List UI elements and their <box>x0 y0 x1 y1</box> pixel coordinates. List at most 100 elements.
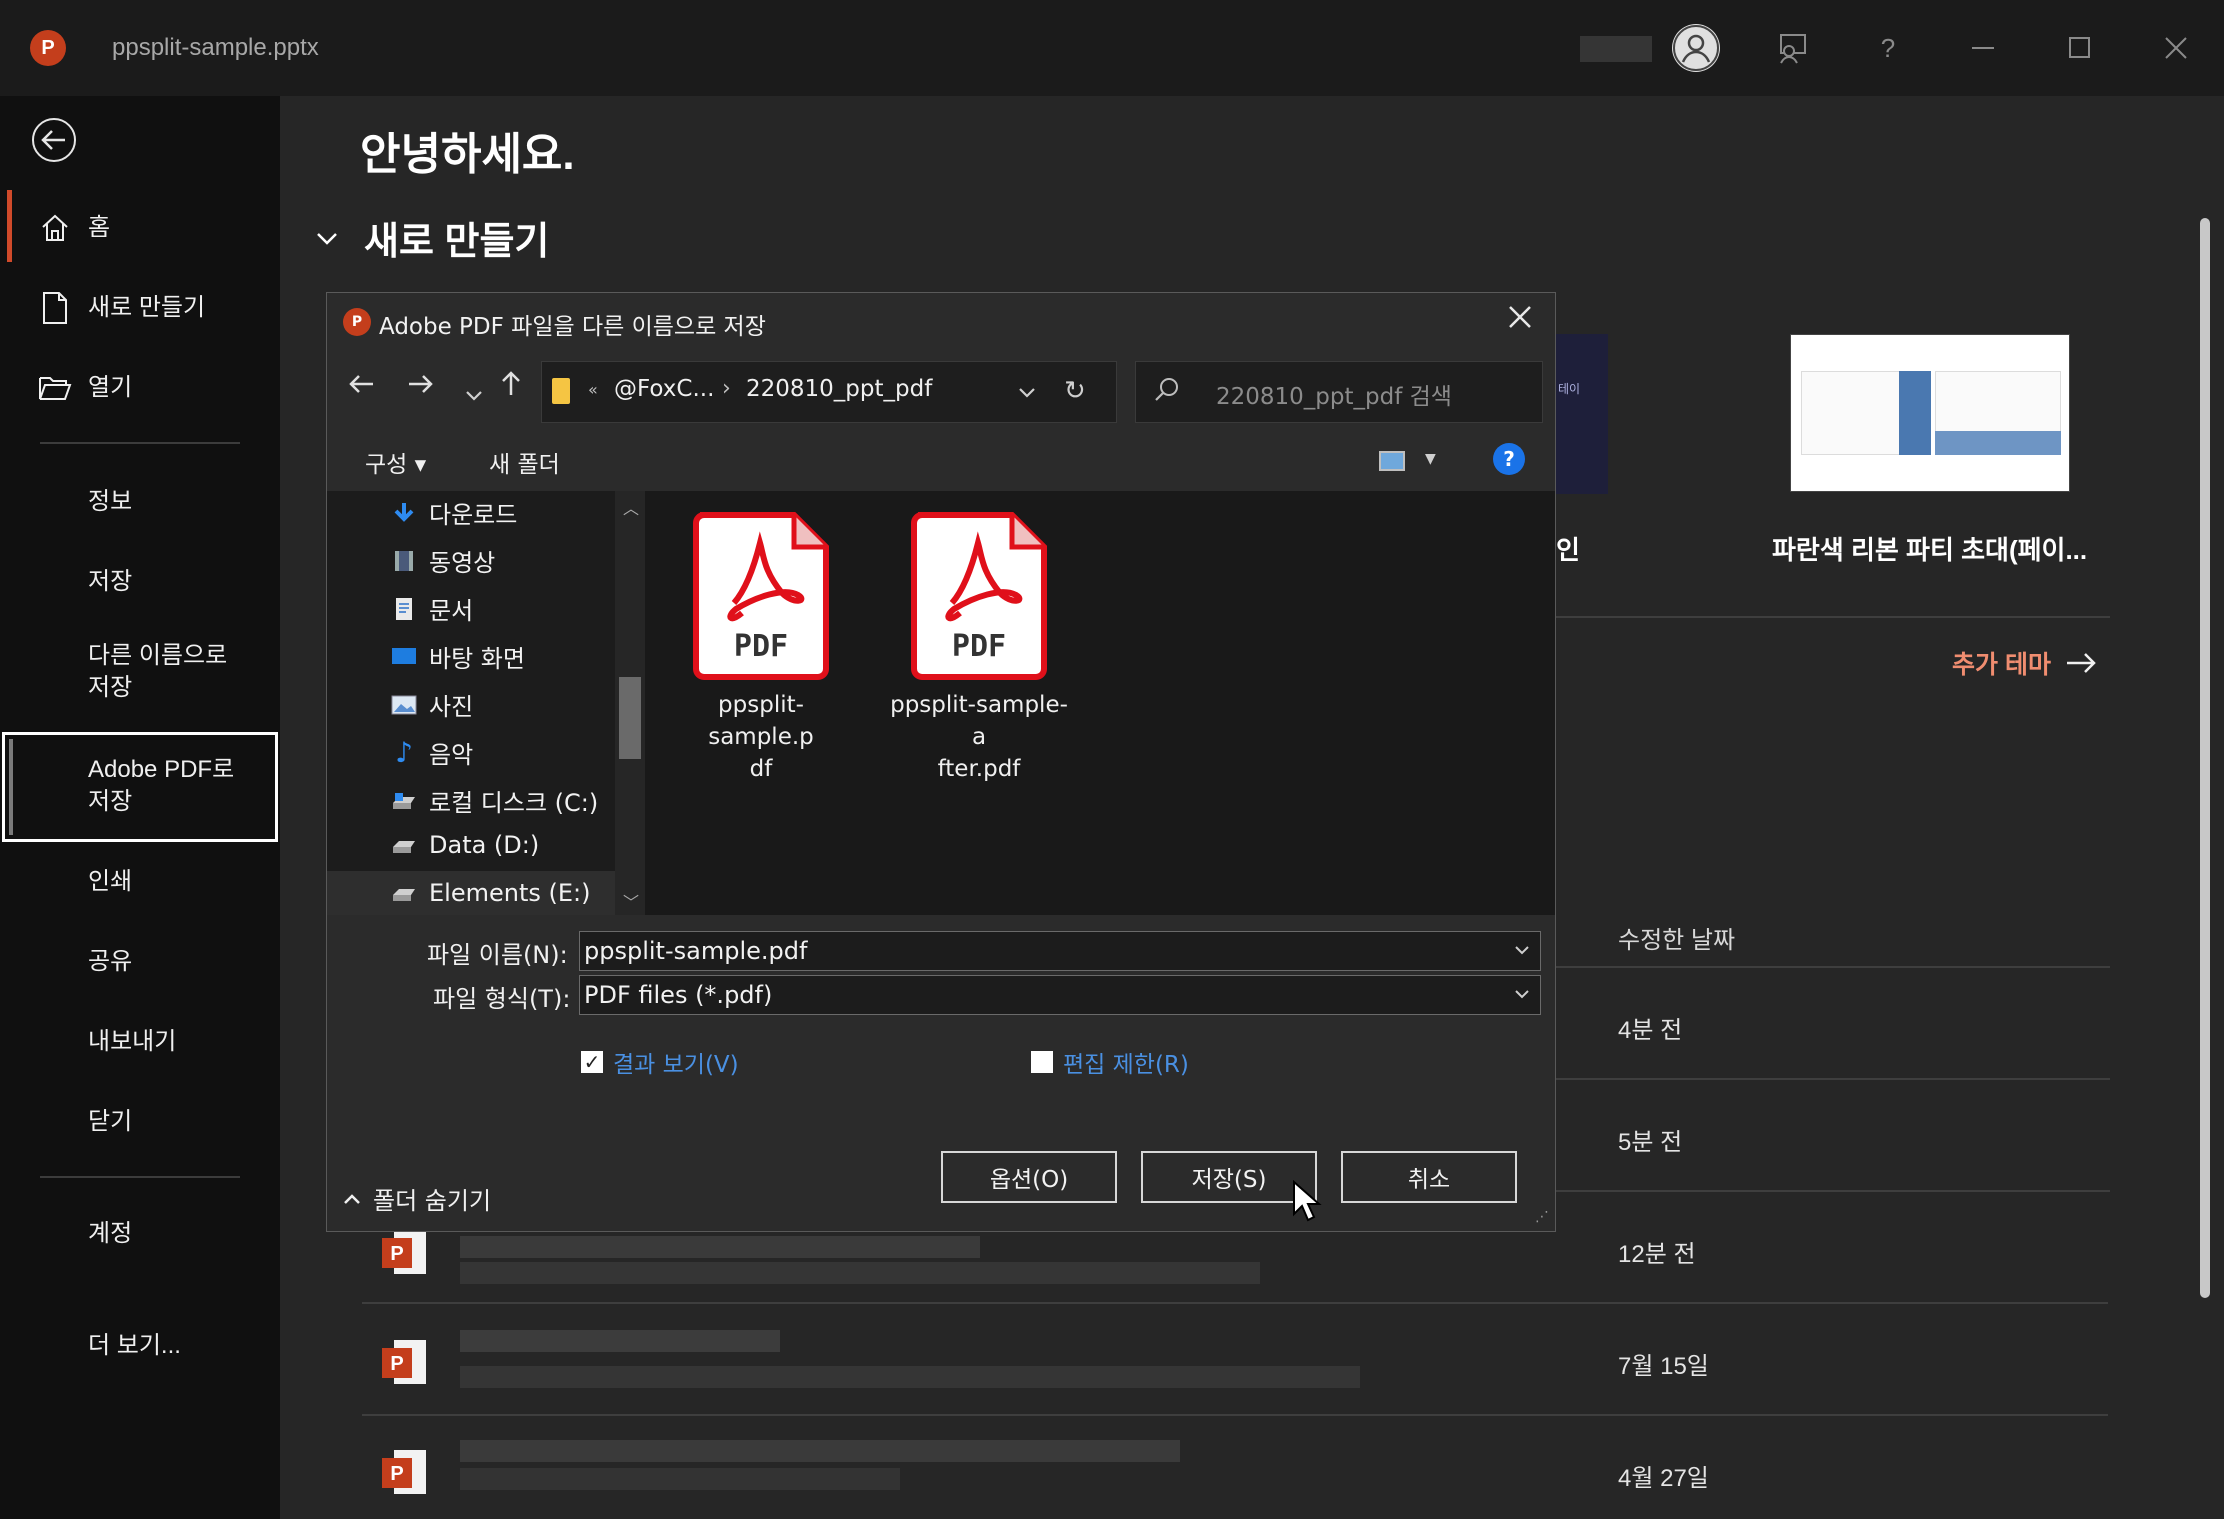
document-icon <box>391 597 417 621</box>
sidebar-item-info[interactable]: 정보 <box>0 482 280 522</box>
help-icon[interactable]: ? <box>1493 443 1525 475</box>
more-themes-link[interactable]: 추가 테마 <box>1952 645 2097 681</box>
pptx-file-icon[interactable]: P <box>378 1224 430 1282</box>
tree-item-downloads[interactable]: 다운로드 <box>391 495 517 530</box>
sidebar-item-export[interactable]: 내보내기 <box>0 1022 280 1062</box>
close-icon[interactable] <box>1507 303 1533 338</box>
chevron-down-icon[interactable]: ▼ <box>1425 451 1436 467</box>
desktop-icon <box>391 645 417 669</box>
account-name-redacted <box>1580 36 1652 62</box>
sidebar-item-home[interactable]: 홈 <box>0 208 280 248</box>
filename-input[interactable]: ppsplit-sample.pdf <box>579 931 1541 971</box>
drive-icon <box>391 789 417 813</box>
chevron-down-icon[interactable] <box>1514 980 1530 1004</box>
tree-scrollbar[interactable]: ︿ ﹀ <box>615 491 645 915</box>
checkmark-icon: ✓ <box>581 1050 603 1074</box>
powerpoint-logo-icon: P <box>343 308 371 336</box>
pptx-file-icon[interactable]: P <box>378 1444 430 1502</box>
sidebar-item-open[interactable]: 열기 <box>0 368 280 408</box>
sidebar-item-share[interactable]: 공유 <box>0 942 280 982</box>
filetype-select[interactable]: PDF files (*.pdf) <box>579 975 1541 1015</box>
hide-folders-toggle[interactable]: 폴더 숨기기 <box>343 1181 491 1216</box>
tree-item-pictures[interactable]: 사진 <box>391 687 473 722</box>
sidebar-item-more[interactable]: 더 보기... <box>0 1326 280 1366</box>
tree-item-documents[interactable]: 문서 <box>391 591 473 626</box>
close-window-icon[interactable] <box>2156 28 2196 68</box>
maximize-icon[interactable] <box>2060 28 2100 68</box>
chevron-down-icon[interactable] <box>1514 936 1530 960</box>
new-folder-button[interactable]: 새 폴더 <box>489 445 560 479</box>
dialog-bottom-pane: 파일 이름(N): ppsplit-sample.pdf 파일 형식(T): P… <box>327 915 1555 1231</box>
scroll-up-icon[interactable]: ︿ <box>623 495 639 519</box>
chevron-down-icon[interactable] <box>1018 384 1036 403</box>
template-thumbnail-blue-ribbon[interactable] <box>1790 334 2070 492</box>
cancel-button[interactable]: 취소 <box>1341 1151 1517 1203</box>
avatar-icon[interactable] <box>1672 24 1720 72</box>
minimize-icon[interactable] <box>1964 28 2004 68</box>
recent-locations-chevron-icon[interactable] <box>465 375 483 410</box>
organize-menu[interactable]: 구성 ▾ <box>365 445 426 479</box>
column-header-modified[interactable]: 수정한 날짜 <box>1618 920 1735 955</box>
path-breadcrumb[interactable]: « @FoxC... › 220810_ppt_pdf ↻ <box>541 361 1117 423</box>
home-icon <box>38 211 72 245</box>
sidebar-item-print[interactable]: 인쇄 <box>0 862 280 902</box>
redacted-file-name <box>460 1236 980 1258</box>
tree-item-elements-e[interactable]: Elements (E:) <box>391 879 590 907</box>
recent-date: 5분 전 <box>1618 1129 1683 1156</box>
help-icon[interactable]: ? <box>1868 28 1908 68</box>
restrict-edit-checkbox[interactable]: 편집 제한(R) <box>1031 1045 1189 1079</box>
save-button[interactable]: 저장(S) <box>1141 1151 1317 1203</box>
sidebar-item-save-adobe-pdf[interactable]: Adobe PDF로 저장 <box>0 754 280 818</box>
sidebar-item-close[interactable]: 닫기 <box>0 1102 280 1142</box>
search-input[interactable]: 220810_ppt_pdf 검색 <box>1135 361 1543 423</box>
view-options-icon[interactable] <box>1379 451 1405 471</box>
scroll-down-icon[interactable]: ﹀ <box>623 889 639 913</box>
scrollbar-thumb[interactable] <box>2200 218 2210 1298</box>
recent-date: 4월 27일 <box>1618 1465 1709 1492</box>
forward-arrow-icon[interactable] <box>407 369 435 404</box>
open-folder-icon <box>38 371 72 405</box>
powerpoint-logo-icon: P <box>30 30 66 66</box>
pptx-file-icon[interactable]: P <box>378 1334 430 1392</box>
svg-text:P: P <box>390 1243 403 1265</box>
title-bar: P ppsplit-sample.pptx ? <box>0 0 2224 96</box>
sidebar-item-account[interactable]: 계정 <box>0 1214 280 1254</box>
options-button[interactable]: 옵션(O) <box>941 1151 1117 1203</box>
breadcrumb-folder[interactable]: 220810_ppt_pdf <box>746 376 932 402</box>
up-arrow-icon[interactable] <box>499 369 523 405</box>
video-icon <box>391 549 417 573</box>
file-item[interactable]: PDF ppsplit-sample-a fter.pdf <box>889 509 1069 785</box>
dialog-toolbar: 구성 ▾ 새 폴더 ▼ ? <box>327 429 1555 491</box>
breadcrumb-root[interactable]: @FoxC... <box>614 376 714 402</box>
recent-date: 7월 15일 <box>1618 1353 1709 1380</box>
view-result-checkbox[interactable]: ✓ 결과 보기(V) <box>581 1045 739 1079</box>
dialog-title: Adobe PDF 파일을 다른 이름으로 저장 <box>379 314 766 340</box>
scrollbar-thumb[interactable] <box>619 677 641 759</box>
resize-grip-icon[interactable]: ⋰ <box>1535 1209 1549 1225</box>
template-thumbnail[interactable]: 테이 <box>1552 334 1608 494</box>
refresh-icon[interactable]: ↻ <box>1064 376 1086 406</box>
tree-item-local-disk-c[interactable]: 로컬 디스크 (C:) <box>391 783 598 818</box>
folder-icon <box>552 378 570 404</box>
back-arrow-icon[interactable] <box>347 369 375 404</box>
drive-icon <box>391 881 417 905</box>
filetype-label: 파일 형식(T): <box>433 985 571 1013</box>
new-section-header[interactable]: 새로 만들기 <box>316 210 549 265</box>
redacted-file-path <box>460 1366 1360 1388</box>
tree-item-videos[interactable]: 동영상 <box>391 543 495 578</box>
sidebar-item-save-as[interactable]: 다른 이름으로 저장 <box>0 640 280 704</box>
tree-item-music[interactable]: ♪ 음악 <box>391 735 473 770</box>
dialog-title-bar: P Adobe PDF 파일을 다른 이름으로 저장 <box>327 293 1555 349</box>
sidebar-item-new[interactable]: 새로 만들기 <box>0 288 280 328</box>
recent-date: 4분 전 <box>1618 1017 1683 1044</box>
sidebar-item-save[interactable]: 저장 <box>0 562 280 602</box>
chevron-right-icon[interactable]: › <box>722 376 731 401</box>
redacted-file-path <box>460 1468 900 1490</box>
svg-text:P: P <box>390 1463 403 1485</box>
tree-item-desktop[interactable]: 바탕 화면 <box>391 639 525 674</box>
file-item[interactable]: PDF ppsplit-sample.p df <box>671 509 851 785</box>
tree-item-data-d[interactable]: Data (D:) <box>391 831 539 859</box>
coauthor-icon[interactable] <box>1774 28 1814 68</box>
back-arrow-icon[interactable] <box>32 118 76 162</box>
template-name: 파란색 리본 파티 초대(페이... <box>1772 535 2088 565</box>
